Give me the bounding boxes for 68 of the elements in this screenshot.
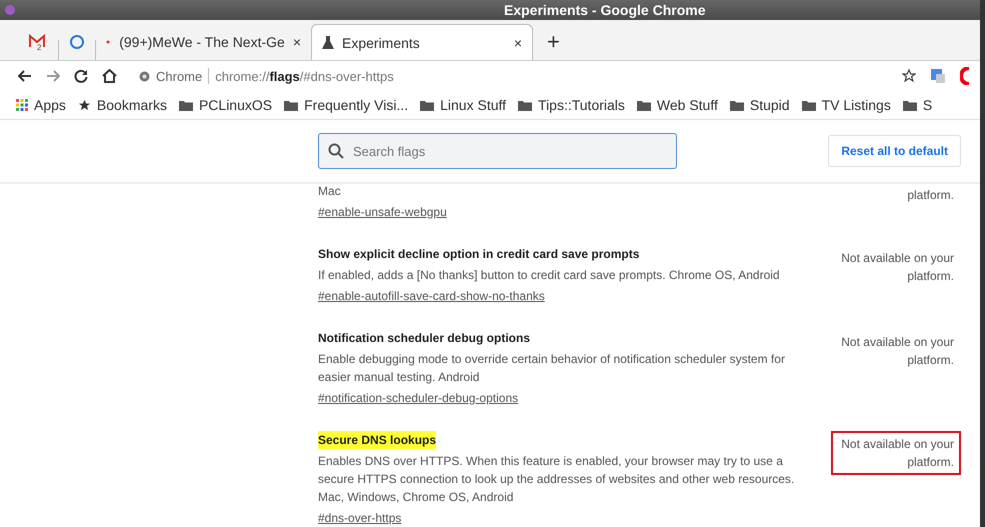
window-title: Experiments - Google Chrome <box>504 2 706 18</box>
bookmark-label: Frequently Visi... <box>304 97 408 113</box>
folder-icon <box>730 100 744 110</box>
flag-description: Mac <box>318 184 342 200</box>
forward-icon[interactable] <box>46 70 60 82</box>
flag-description: Enables DNS over HTTPS. When this feature is enabled, your browser may try to use a secure HTTPS connection to look up the addresses of websites and other web resources. Mac, Windows, Chrome OS, Android <box>318 453 796 506</box>
folder-icon <box>284 100 298 110</box>
address-field[interactable]: chrome://flags/#dns-over-https <box>215 68 394 84</box>
search-field[interactable]: Search flags <box>318 133 677 169</box>
chrome-icon <box>139 70 150 82</box>
new-tab-button[interactable]: + <box>533 24 574 60</box>
availability-note: platform. <box>906 187 955 204</box>
bookmark-label: Linux Stuff <box>440 97 506 113</box>
close-tab-button[interactable]: × <box>514 34 522 50</box>
ring-icon[interactable] <box>960 67 970 85</box>
bookmark-item[interactable]: Bookmarks <box>78 97 167 113</box>
bookmark-label: Tips::Tutorials <box>538 97 625 113</box>
pinned-tab[interactable]: 2 <box>18 24 58 60</box>
bookmark-label: S <box>922 97 932 113</box>
folder-icon <box>518 100 532 110</box>
flag-title: Secure DNS lookups <box>318 431 436 449</box>
flask-icon <box>322 36 334 49</box>
bookmark-item[interactable]: Web Stuff <box>636 97 718 113</box>
dots-icon <box>106 40 112 44</box>
bookmark-label: Stupid <box>750 97 790 113</box>
folder-icon <box>902 100 917 110</box>
bookmark-label: Bookmarks <box>96 97 167 113</box>
folder-icon <box>636 100 651 110</box>
bookmark-label: TV Listings <box>822 97 891 113</box>
availability-note: Not available on your platform. <box>831 431 961 475</box>
search-icon <box>328 143 344 159</box>
bookmark-item[interactable]: Stupid <box>730 97 790 113</box>
flag-description: If enabled, adds a [No thanks] button to credit card save prompts. Chrome OS, Android <box>318 267 781 284</box>
flag-link[interactable]: #enable-unsafe-webgpu <box>318 203 447 221</box>
star-icon <box>78 98 91 112</box>
folder-icon <box>420 100 434 110</box>
browser-tab[interactable]: (99+)MeWe - The Next-Ge × <box>96 24 311 60</box>
bookmark-label: Apps <box>34 97 66 113</box>
reset-all-button[interactable]: Reset all to default <box>828 135 961 167</box>
bookmark-item[interactable]: PCLinuxOS <box>178 97 272 113</box>
reload-icon[interactable] <box>74 69 88 83</box>
tab-title: Experiments <box>342 34 420 50</box>
folder-icon <box>802 100 816 110</box>
bookmark-item[interactable]: TV Listings <box>802 97 891 113</box>
flag-link[interactable]: #dns-over-https <box>318 509 402 527</box>
bookmark-item[interactable]: Linux Stuff <box>420 97 506 113</box>
home-icon[interactable] <box>102 69 117 83</box>
folder-icon <box>178 100 193 110</box>
bookmark-item[interactable]: Tips::Tutorials <box>518 97 625 113</box>
availability-note: Not available on your platform. <box>840 334 955 369</box>
bookmark-item[interactable]: S <box>902 97 932 113</box>
bookmark-label: PCLinuxOS <box>198 97 272 113</box>
translate-icon[interactable] <box>930 68 946 84</box>
ring-icon <box>69 34 85 50</box>
bookmark-item[interactable]: Apps <box>16 97 66 113</box>
close-tab-button[interactable]: × <box>292 34 301 50</box>
tab-title: (99+)MeWe - The Next-Ge <box>119 34 285 50</box>
star-outline-icon[interactable] <box>902 69 916 83</box>
site-label: Chrome <box>156 68 202 84</box>
browser-tab[interactable]: Experiments × <box>311 24 533 60</box>
availability-note: Not available on your platform. <box>840 250 955 285</box>
flag-link[interactable]: #enable-autofill-save-card-show-no-thanks <box>318 287 545 305</box>
flag-link[interactable]: #notification-scheduler-debug-options <box>318 389 518 407</box>
back-icon[interactable] <box>18 70 32 82</box>
bookmark-label: Web Stuff <box>656 97 718 113</box>
bookmark-item[interactable]: Frequently Visi... <box>284 97 408 113</box>
flag-description: Enable debugging mode to override certain behavior of notification scheduler system for easier manual testing. Android <box>318 351 786 386</box>
grid-icon <box>16 99 28 111</box>
